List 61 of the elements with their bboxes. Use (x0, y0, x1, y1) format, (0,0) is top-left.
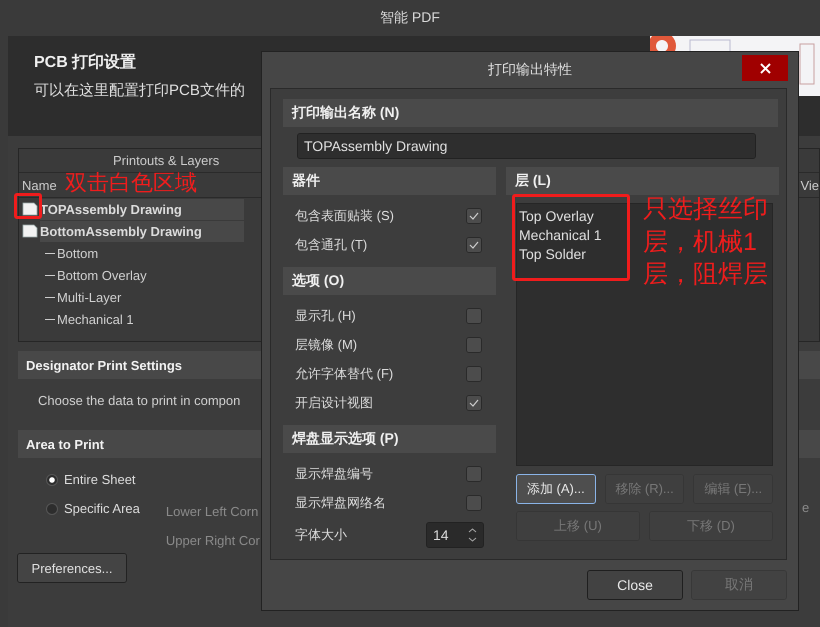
document-icon (22, 202, 38, 216)
checkbox[interactable] (466, 394, 482, 410)
document-icon (22, 224, 38, 238)
option-label: 包含通孔 (T) (295, 236, 368, 254)
list-item[interactable]: Top Overlay (519, 208, 594, 224)
annotation-text: 双击白色区域 (65, 170, 197, 196)
layer-button[interactable]: 添加 (A)... (516, 474, 596, 504)
checkbox[interactable] (466, 336, 482, 352)
window-title: 智能 PDF (380, 9, 440, 27)
dialog-button[interactable]: Close (587, 570, 683, 600)
option-label: 显示焊盘网络名 (295, 494, 386, 512)
close-button[interactable] (742, 55, 788, 81)
option-label: 显示孔 (H) (295, 306, 356, 324)
list-item[interactable]: Mechanical 1 (519, 227, 602, 243)
section-header: 选项 (O) (283, 267, 496, 295)
annotation-box (14, 193, 42, 219)
check-icon (469, 212, 479, 220)
field-label: Upper Right Cor (166, 533, 260, 548)
radio-label: Entire Sheet (64, 472, 136, 487)
radio-button[interactable] (46, 502, 58, 514)
section-header: 打印输出名称 (N) (283, 99, 778, 127)
column-header: Vie (800, 178, 819, 192)
section-header: 层 (L) (506, 167, 779, 195)
page-title: PCB 打印设置 (34, 52, 136, 73)
check-icon (469, 398, 479, 406)
checkbox[interactable] (466, 366, 482, 382)
radio-label: Specific Area (64, 501, 140, 516)
preferences-button[interactable]: Preferences... (17, 553, 127, 583)
option-label: 开启设计视图 (295, 394, 373, 412)
section-header: 焊盘显示选项 (P) (283, 425, 496, 453)
font-size-spinner[interactable]: 14 (426, 522, 484, 548)
radio-button[interactable] (46, 474, 58, 486)
spinner-arrows-icon[interactable] (468, 526, 477, 544)
tree-item[interactable]: Mechanical 1 (57, 312, 134, 326)
check-icon (469, 240, 479, 248)
checkbox[interactable] (466, 236, 482, 252)
tree-item[interactable]: Bottom Overlay (57, 268, 147, 282)
tree-item[interactable]: BottomAssembly Drawing (40, 220, 244, 242)
checkbox[interactable] (466, 208, 482, 224)
section-text: Choose the data to print in compon (38, 393, 240, 408)
list-item[interactable]: Top Solder (519, 246, 586, 262)
column-header: Name (22, 178, 57, 192)
section-header: 器件 (283, 167, 496, 195)
option-label: 显示焊盘编号 (295, 464, 373, 482)
option-label: 包含表面贴装 (S) (295, 206, 394, 224)
tree-item[interactable]: TOPAssembly Drawing (40, 198, 244, 220)
page-subtitle: 可以在这里配置打印PCB文件的 (34, 81, 245, 100)
checkbox[interactable] (466, 308, 482, 324)
field-label: Lower Left Corn (166, 504, 260, 519)
close-icon (760, 62, 770, 74)
table-title: Printouts & Layers (113, 153, 220, 168)
dialog-title: 打印输出特性 (488, 61, 572, 79)
name-field[interactable]: TOPAssembly Drawing (297, 133, 756, 159)
annotation-text: 只选择丝印层，机械1层，阻焊层 (643, 194, 769, 290)
tree-item[interactable]: Multi-Layer (57, 290, 122, 304)
option-label: 字体大小 (295, 526, 347, 544)
field-label: e (802, 500, 810, 515)
checkbox[interactable] (466, 494, 482, 510)
option-label: 层镜像 (M) (295, 336, 358, 354)
tree-item[interactable]: Bottom (57, 246, 98, 260)
checkbox[interactable] (466, 466, 482, 482)
